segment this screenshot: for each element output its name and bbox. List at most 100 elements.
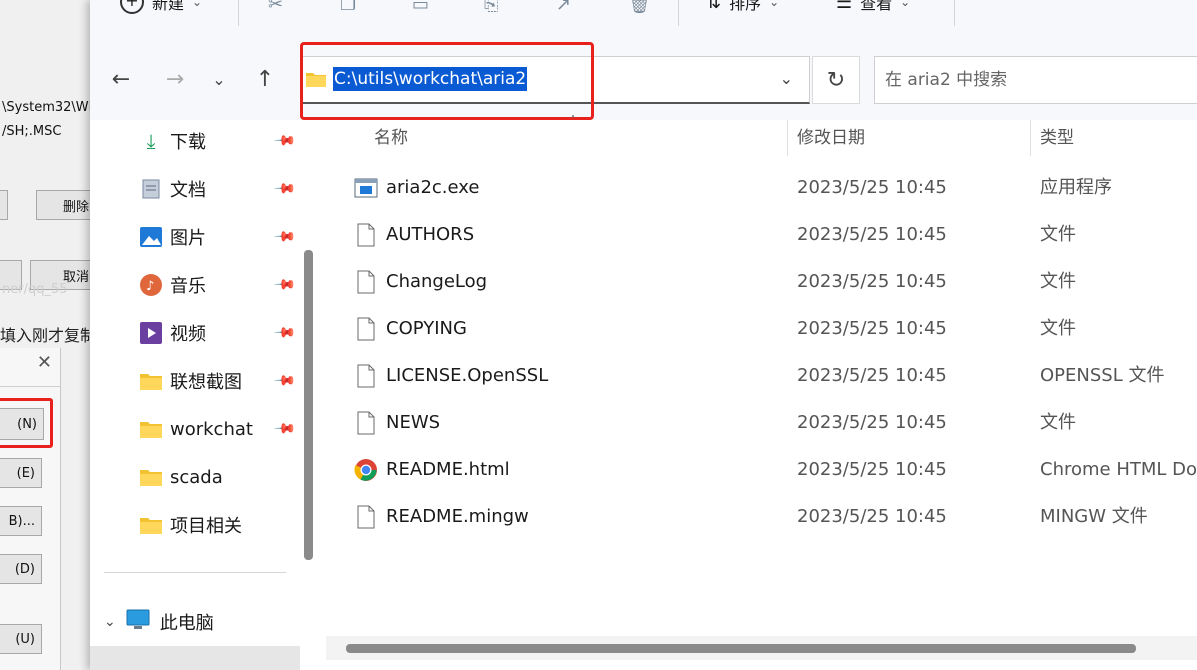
sidebar-item-label: workchat [170,418,253,440]
sidebar-item-videos[interactable]: 视频 [140,315,206,351]
pin-icon[interactable]: 📌 [273,273,297,297]
file-row[interactable]: aria2c.exe 2023/5/25 10:45 应用程序 [326,164,1197,211]
chevron-down-icon: ⌄ [769,0,780,9]
column-separator[interactable] [1030,120,1031,156]
sort-icon: ⇅ [706,0,722,13]
pin-icon[interactable]: 📌 [273,417,297,441]
file-row[interactable]: AUTHORS 2023/5/25 10:45 文件 [326,211,1197,258]
sidebar-scrollbar[interactable] [304,250,313,560]
plus-circle-icon: + [120,0,144,14]
file-row[interactable]: ChangeLog 2023/5/25 10:45 文件 [326,258,1197,305]
sidebar-item-partial[interactable] [90,646,300,670]
bg-button-d[interactable]: (D) [0,554,42,584]
file-row[interactable]: README.mingw 2023/5/25 10:45 MINGW 文件 [326,493,1197,540]
forward-arrow-icon[interactable]: → [160,64,190,94]
close-icon[interactable]: ✕ [37,352,52,373]
cut-icon[interactable]: ✂ [268,0,288,15]
file-row[interactable]: LICENSE.OpenSSL 2023/5/25 10:45 OPENSSL … [326,352,1197,399]
column-header-name[interactable]: 名称 [374,120,408,156]
command-bar: + 新建 ⌄ ✂ ❐ ▭ ⎘ ↗ 🗑 ⇅ 排序 ⌄ ☰ 查看 ⌄ ••• [90,0,1197,43]
folder-icon [140,418,162,440]
view-button[interactable]: ☰ 查看 ⌄ [836,0,910,14]
horizontal-scrollbar[interactable] [326,636,1197,660]
file-icon [357,223,375,247]
chevron-down-icon: ⌄ [900,0,911,9]
chrome-icon [354,459,377,481]
file-icon [357,270,375,294]
file-date: 2023/5/25 10:45 [797,177,947,198]
more-button[interactable]: ••• [978,0,1013,7]
refresh-icon[interactable]: ↻ [812,56,860,104]
sidebar-item-label: 视频 [170,324,206,345]
sidebar-item-scada[interactable]: scada [140,459,223,495]
bg-highlight-box [0,398,53,448]
rename-icon[interactable]: ⎘ [484,0,504,15]
pin-icon[interactable]: 📌 [273,225,297,249]
file-date: 2023/5/25 10:45 [797,271,947,292]
file-type: OPENSSL 文件 [1040,365,1165,386]
column-separator[interactable] [787,120,788,156]
folder-icon [140,514,162,536]
back-arrow-icon[interactable]: ← [106,64,136,94]
file-date: 2023/5/25 10:45 [797,412,947,433]
picture-icon [140,226,162,248]
file-row[interactable]: NEWS 2023/5/25 10:45 文件 [326,399,1197,446]
pin-icon[interactable]: 📌 [273,369,297,393]
chevron-down-icon[interactable]: ⌄ [104,614,116,630]
chevron-down-icon: ⌄ [192,0,203,9]
recent-locations-chevron-icon[interactable]: ⌄ [204,64,234,94]
video-icon [140,322,162,344]
bg-button-e[interactable]: (E) [0,458,42,488]
sidebar-item-projects[interactable]: 项目相关 [140,507,242,543]
scrollbar-thumb[interactable] [346,644,1136,653]
share-icon[interactable]: ↗ [556,0,576,15]
file-explorer-window: + 新建 ⌄ ✂ ❐ ▭ ⎘ ↗ 🗑 ⇅ 排序 ⌄ ☰ 查看 ⌄ ••• ← →… [90,0,1197,670]
sidebar-item-pictures[interactable]: 图片 [140,219,206,255]
file-name: README.mingw [386,506,529,527]
sidebar-item-lenovo-screenshots[interactable]: 联想截图 [140,363,242,399]
file-row[interactable]: README.html 2023/5/25 10:45 Chrome HTML … [326,446,1197,493]
up-arrow-icon[interactable]: ↑ [250,64,280,94]
sort-button[interactable]: ⇅ 排序 ⌄ [706,0,779,14]
delete-icon[interactable]: 🗑 [628,0,651,15]
sidebar-item-workchat[interactable]: workchat [140,411,253,447]
divider [104,572,286,573]
sidebar-item-label: 下载 [170,132,206,153]
paste-icon[interactable]: ▭ [412,0,432,15]
file-type: 文件 [1040,224,1076,245]
chevron-down-icon[interactable]: ⌄ [780,69,793,88]
file-name: AUTHORS [386,224,475,245]
search-input[interactable]: 在 aria2 中搜索 [874,56,1197,104]
file-type: MINGW 文件 [1040,506,1148,527]
document-icon [140,178,162,200]
copy-icon[interactable]: ❐ [340,0,360,15]
column-header-date[interactable]: 修改日期 [797,120,865,156]
file-name: ChangeLog [386,271,488,292]
file-name: NEWS [386,412,441,433]
navigation-bar: ← → ⌄ ↑ C:\utils\workchat\aria2 ⌄ ↻ 在 ar… [90,42,1197,120]
sidebar-item-documents[interactable]: 文档 [140,171,206,207]
sidebar-item-downloads[interactable]: ⤓ 下载 [140,123,206,159]
sidebar-item-label: 文档 [170,180,206,201]
sidebar-item-this-pc[interactable]: ⌄ 此电脑 [104,604,214,640]
new-button[interactable]: + 新建 ⌄ [120,0,202,14]
pin-icon[interactable]: 📌 [273,129,297,153]
bg-dot-button[interactable]: . [0,190,8,220]
bg-delete-button[interactable]: 删除 [36,190,92,220]
file-row[interactable]: COPYING 2023/5/25 10:45 文件 [326,305,1197,352]
column-header-type[interactable]: 类型 [1040,120,1074,156]
highlight-box [300,42,594,120]
pin-icon[interactable]: 📌 [273,321,297,345]
sidebar-item-label: 联想截图 [170,372,242,393]
sidebar-item-label: 此电脑 [159,613,214,634]
file-name: COPYING [386,318,467,339]
divider [954,0,955,26]
bg-button-u[interactable]: (U) [0,624,42,654]
sidebar-item-music[interactable]: ♪ 音乐 [140,267,206,303]
bg-button-b[interactable]: B)... [0,506,42,536]
divider [0,386,60,387]
pin-icon[interactable]: 📌 [273,177,297,201]
divider [678,0,679,26]
file-date: 2023/5/25 10:45 [797,318,947,339]
sidebar-item-label: 项目相关 [170,516,242,537]
